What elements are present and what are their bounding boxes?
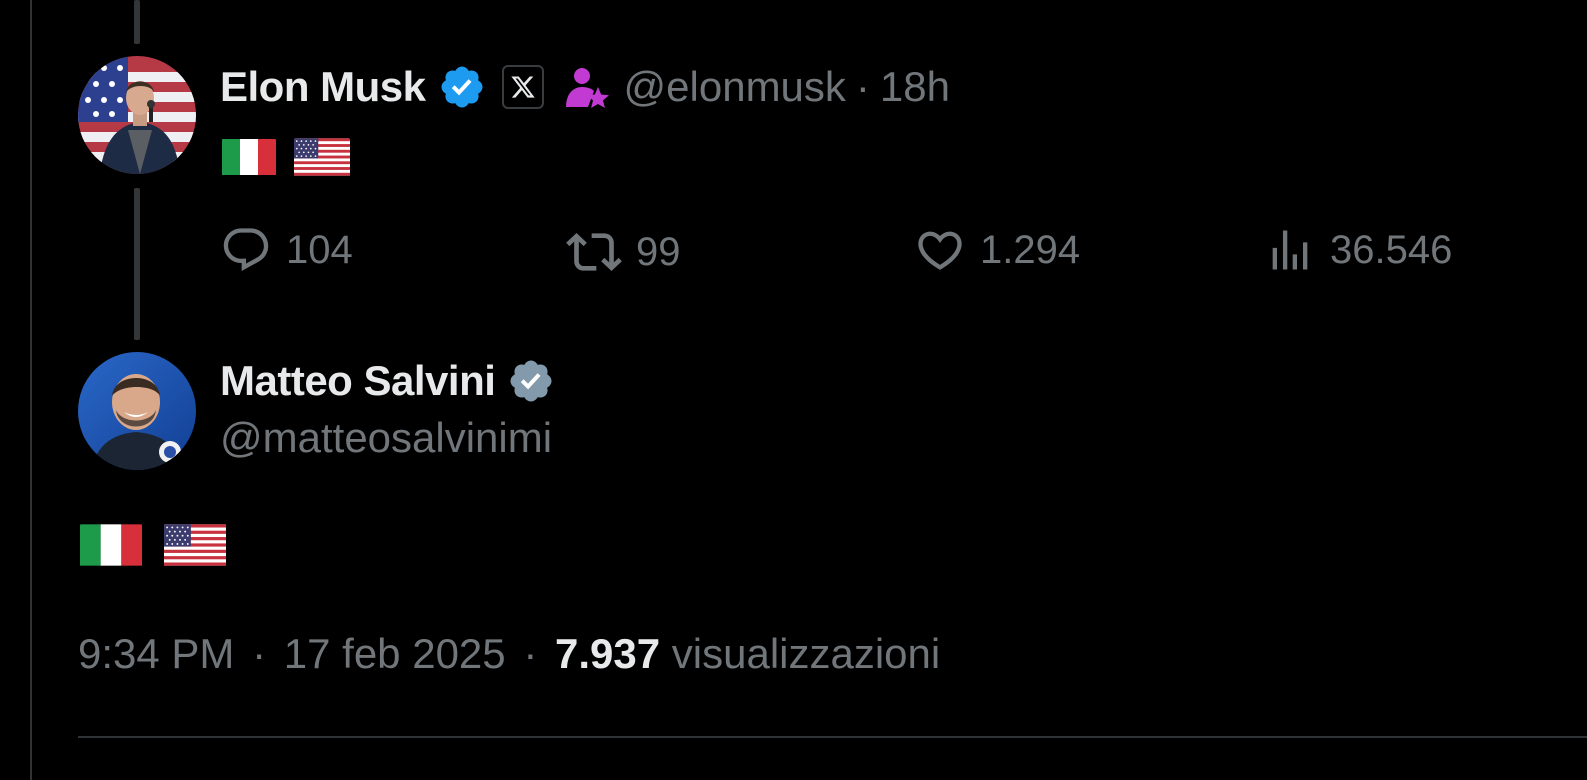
analytics-icon bbox=[1272, 230, 1308, 270]
verified-badge-icon[interactable] bbox=[438, 63, 486, 111]
flag-italy-icon bbox=[80, 522, 142, 573]
tweet-time[interactable]: 9:34 PM bbox=[78, 630, 234, 677]
repost-count: 99 bbox=[636, 229, 681, 274]
repost-icon bbox=[566, 233, 622, 271]
author-name[interactable]: Matteo Salvini bbox=[220, 357, 496, 405]
verified-gray-badge-icon[interactable] bbox=[507, 357, 555, 405]
views-button[interactable]: 36.546 bbox=[1264, 224, 1452, 276]
author-handle[interactable]: @elonmusk bbox=[624, 63, 846, 111]
separator-dot: · bbox=[252, 630, 267, 677]
thread-connector bbox=[134, 188, 140, 340]
reply-header: Elon Musk @elonmusk · 18h bbox=[220, 62, 950, 112]
views-count[interactable]: 7.937 bbox=[555, 630, 660, 677]
author-handle[interactable]: @matteosalvinimi bbox=[220, 414, 552, 462]
avatar-image bbox=[78, 352, 196, 470]
divider bbox=[78, 736, 1587, 738]
flag-usa-icon bbox=[164, 522, 226, 573]
reply-action-bar: 104 99 1.294 36.546 bbox=[220, 224, 1470, 284]
author-name[interactable]: Elon Musk bbox=[220, 63, 426, 111]
like-button[interactable]: 1.294 bbox=[914, 224, 1080, 276]
avatar-matteo-salvini[interactable] bbox=[78, 352, 196, 470]
views-count: 36.546 bbox=[1330, 227, 1453, 272]
separator-dot: · bbox=[523, 630, 538, 677]
thread-connector-top bbox=[134, 0, 140, 44]
subscriber-badge-icon[interactable] bbox=[562, 63, 610, 111]
column-border bbox=[30, 0, 32, 780]
tweet-metadata: 9:34 PM · 17 feb 2025 · 7.937 visualizza… bbox=[78, 630, 940, 678]
main-tweet-header: Matteo Salvini bbox=[220, 356, 555, 406]
tweet-date[interactable]: 17 feb 2025 bbox=[284, 630, 506, 677]
like-count: 1.294 bbox=[980, 227, 1081, 272]
reply-count: 104 bbox=[286, 227, 353, 272]
separator-dot: · bbox=[855, 63, 870, 110]
tweet-time-ago[interactable]: 18h bbox=[880, 63, 950, 111]
heart-icon bbox=[918, 231, 962, 270]
tweet-thread: Elon Musk @elonmusk · 18h 104 99 1.294 3… bbox=[0, 0, 1587, 780]
reply-icon bbox=[223, 228, 269, 272]
x-logo-icon[interactable] bbox=[501, 65, 544, 109]
avatar-image bbox=[78, 56, 196, 174]
views-label[interactable]: visualizzazioni bbox=[672, 630, 940, 677]
flag-italy-icon bbox=[222, 137, 276, 182]
repost-button[interactable]: 99 bbox=[566, 224, 681, 280]
flag-usa-icon bbox=[294, 137, 350, 182]
reply-body bbox=[222, 137, 364, 179]
reply-button[interactable]: 104 bbox=[220, 224, 353, 276]
avatar-elon-musk[interactable] bbox=[78, 56, 196, 174]
main-tweet-body bbox=[80, 522, 240, 570]
